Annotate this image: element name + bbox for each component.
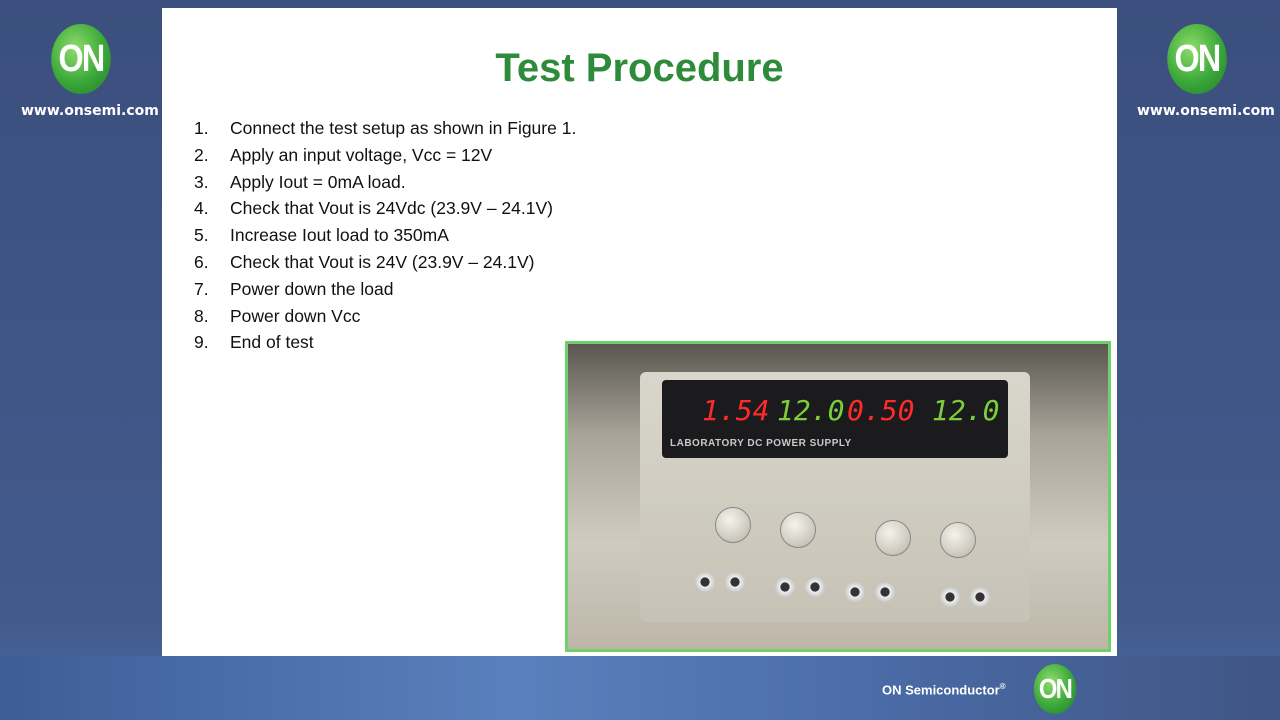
step-text: Apply Iout = 0mA load. bbox=[230, 171, 406, 192]
step-number: 9. bbox=[194, 332, 209, 353]
step-number: 2. bbox=[194, 144, 209, 165]
logo-text: ON bbox=[1038, 673, 1073, 704]
terminal bbox=[940, 587, 960, 607]
logo-text: ON bbox=[58, 37, 105, 80]
step-text: End of test bbox=[230, 332, 314, 353]
terminal bbox=[695, 572, 715, 592]
display-current-2: 0.50 bbox=[847, 394, 915, 427]
power-supply-photo: 1.54 12.0 0.50 12.0 LABORATORY DC POWER … bbox=[565, 341, 1111, 652]
registered-mark: ® bbox=[999, 682, 1006, 691]
supply-label: LABORATORY DC POWER SUPPLY bbox=[670, 438, 852, 449]
step-number: 8. bbox=[194, 305, 209, 326]
display-voltage-1: 12.0 bbox=[777, 394, 845, 427]
terminal bbox=[970, 587, 990, 607]
step-text: Power down the load bbox=[230, 278, 394, 299]
step-text: Power down Vcc bbox=[230, 305, 361, 326]
website-url-right: www.onsemi.com bbox=[1137, 103, 1275, 119]
step-number: 6. bbox=[194, 251, 209, 272]
list-item: 2. Apply an input voltage, Vcc = 12V bbox=[194, 145, 576, 172]
display-current-1: 1.54 bbox=[702, 394, 770, 427]
list-item: 1. Connect the test setup as shown in Fig… bbox=[194, 118, 576, 145]
on-logo-footer: ON bbox=[1033, 664, 1077, 714]
step-number: 1. bbox=[194, 118, 209, 138]
on-logo-right: ON bbox=[1167, 24, 1227, 94]
step-text: Increase Iout load to 350mA bbox=[230, 225, 449, 246]
power-supply: 1.54 12.0 0.50 12.0 LABORATORY DC POWER … bbox=[640, 372, 1030, 622]
terminal bbox=[775, 577, 795, 597]
step-text: Apply an input voltage, Vcc = 12V bbox=[230, 144, 493, 165]
list-item: 8. Power down Vcc bbox=[194, 306, 576, 333]
step-text: Check that Vout is 24V (23.9V – 24.1V) bbox=[230, 251, 535, 272]
slide-title: Test Procedure bbox=[495, 46, 784, 90]
terminal bbox=[875, 582, 895, 602]
logo-text: ON bbox=[1174, 37, 1221, 80]
step-number: 3. bbox=[194, 171, 209, 192]
current-knob bbox=[715, 507, 751, 543]
terminal bbox=[725, 572, 745, 592]
list-item: 3. Apply Iout = 0mA load. bbox=[194, 172, 576, 199]
website-url-left: www.onsemi.com bbox=[21, 103, 159, 119]
display-voltage-2: 12.0 bbox=[932, 394, 1000, 427]
voltage-knob bbox=[780, 512, 816, 548]
list-item: 9. End of test bbox=[194, 332, 576, 359]
step-number: 4. bbox=[194, 198, 209, 219]
company-text: ON Semiconductor bbox=[882, 682, 1000, 698]
company-name: ON Semiconductor® bbox=[882, 682, 1006, 697]
step-number: 7. bbox=[194, 278, 209, 299]
on-logo-left: ON bbox=[51, 24, 111, 94]
list-item: 5. Increase Iout load to 350mA bbox=[194, 225, 576, 252]
list-item: 7. Power down the load bbox=[194, 279, 576, 306]
footer-band bbox=[0, 656, 1280, 720]
step-text: Check that Vout is 24Vdc (23.9V – 24.1V) bbox=[230, 198, 553, 219]
step-number: 5. bbox=[194, 225, 209, 246]
voltage-knob bbox=[940, 522, 976, 558]
step-text: Connect the test setup as shown in Figur… bbox=[230, 118, 577, 138]
slide: Test Procedure 1. Connect the test setup … bbox=[162, 8, 1117, 656]
current-knob bbox=[875, 520, 911, 556]
list-item: 6. Check that Vout is 24V (23.9V – 24.1V) bbox=[194, 252, 576, 279]
list-item: 4. Check that Vout is 24Vdc (23.9V – 24.1… bbox=[194, 198, 576, 225]
display-panel: 1.54 12.0 0.50 12.0 LABORATORY DC POWER … bbox=[662, 380, 1008, 458]
terminal bbox=[845, 582, 865, 602]
terminal bbox=[805, 577, 825, 597]
procedure-list: 1. Connect the test setup as shown in Fig… bbox=[194, 118, 576, 359]
